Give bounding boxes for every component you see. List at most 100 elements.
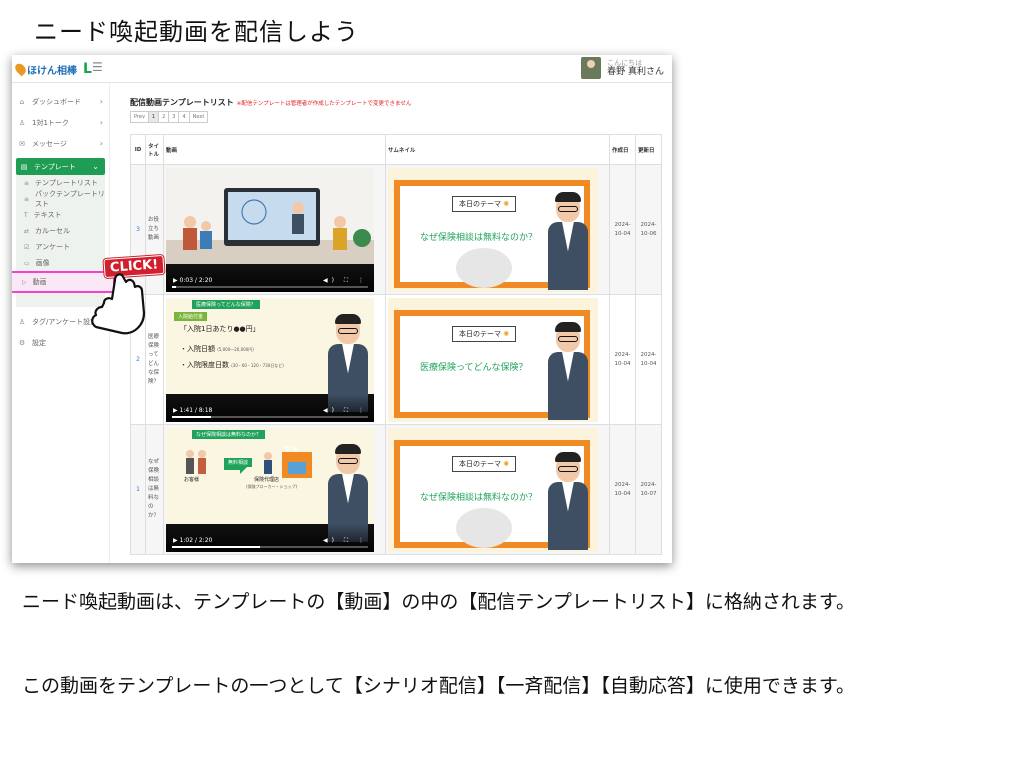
player-icons[interactable]: ◀) ⛶ ⋮ — [323, 537, 368, 545]
video-label-ins: 保 険 — [284, 445, 298, 453]
video-scene-lesson: なぜ保険相談は無料なのか？ 無料相談 保 険 お客様 保険代理店 (保険ブローカ… — [166, 427, 374, 542]
row-id[interactable]: 1 — [130, 424, 146, 555]
sidebar-item-dashboard[interactable]: ⌂ ダッシュボード › — [12, 93, 109, 110]
row-video-cell: なぜ保険相談は無料なのか？ 無料相談 保 険 お客様 保険代理店 (保険ブローカ… — [163, 424, 386, 555]
tag-icon: ♙ — [18, 317, 26, 326]
thumb-theme: 本日のテーマ ✺ — [451, 455, 517, 472]
description-2: この動画をテンプレートの一つとして【シナリオ配信】【一斉配信】【自動応答】に使用… — [22, 675, 855, 697]
video-icon: ▷ — [22, 278, 27, 286]
presenter-illustration — [547, 191, 588, 290]
logo-drop-icon — [13, 61, 28, 77]
sidebar-item-template[interactable]: ▤ テンプレート ⌄ — [16, 158, 105, 175]
video-player[interactable]: ▶ 0:03 / 2:20 ◀) ⛶ ⋮ — [166, 167, 374, 292]
chevron-down-icon: ⌄ — [92, 162, 99, 171]
video-line-3: ・入院限度日数 (30・60・120・730日など) — [180, 360, 284, 369]
row-created: 2024-10-04 — [609, 424, 636, 555]
video-player[interactable]: なぜ保険相談は無料なのか？ 無料相談 保 険 お客様 保険代理店 (保険ブローカ… — [166, 427, 374, 552]
col-created[interactable]: 作成日 — [609, 134, 636, 165]
thought-cloud-icon — [455, 247, 512, 288]
video-progress-fill — [172, 285, 176, 288]
row-thumbnail-cell: 本日のテーマ ✺ 医療保険ってどんな保険？ — [384, 294, 611, 425]
chevron-right-icon: › — [99, 118, 103, 127]
row-thumbnail-cell: 本日のテーマ ✺ なぜ保険相談は無料なのか？ — [384, 424, 611, 555]
sidebar-sub-carousel[interactable]: ⇄ カルーセル — [16, 223, 105, 239]
video-label-agent-small: (保険ブローカー・ショップ) — [246, 483, 298, 489]
video-scene-lesson: 医療保険ってどんな保険？ 入院給付金 「入院1日あたり●●円」 ・入院日額 (5… — [166, 297, 374, 412]
video-label-agent: 保険代理店 — [254, 476, 280, 483]
template-icon: ▤ — [20, 162, 28, 171]
row-video-cell: ▶ 0:03 / 2:20 ◀) ⛶ ⋮ — [163, 164, 386, 295]
thought-cloud-icon — [455, 507, 512, 548]
hamburger-menu-icon[interactable]: ☰ — [92, 60, 103, 74]
lightbulb-icon: ✺ — [503, 329, 510, 338]
logo-text: ほけん相棒 — [27, 65, 77, 77]
page-heading-note: ※配信テンプレートは管理者が作成したテンプレートで変更できません — [236, 101, 412, 107]
col-title[interactable]: タイトル — [145, 134, 164, 165]
page-title: 配信動画テンプレートリスト ※配信テンプレートは管理者が作成したテンプレートで変更… — [130, 97, 411, 108]
video-scene-classroom — [166, 167, 374, 264]
thumb-question: なぜ保険相談は無料なのか？ — [419, 492, 537, 503]
sidebar-sub-text[interactable]: T テキスト — [16, 207, 105, 223]
row-created: 2024-10-04 — [609, 294, 636, 425]
thumb-question: 医療保険ってどんな保険？ — [419, 362, 528, 373]
app-logo[interactable]: ほけん相棒 L — [13, 61, 92, 77]
player-icons[interactable]: ◀) ⛶ ⋮ — [323, 407, 368, 415]
list-icon: ≡ — [24, 195, 30, 203]
play-icon[interactable]: ▶ — [173, 537, 178, 544]
video-progress-fill — [172, 415, 212, 418]
play-icon[interactable]: ▶ — [173, 277, 178, 284]
thumb-theme: 本日のテーマ ✺ — [451, 325, 517, 342]
video-progress-bar[interactable] — [172, 545, 368, 548]
row-updated: 2024-10-04 — [635, 294, 662, 425]
survey-icon: ☑ — [24, 243, 30, 251]
player-icons[interactable]: ◀) ⛶ ⋮ — [323, 277, 368, 285]
chevron-right-icon: › — [99, 97, 103, 106]
page-heading: 配信動画テンプレートリスト — [130, 98, 234, 107]
main-content: 配信動画テンプレートリスト ※配信テンプレートは管理者が作成したテンプレートで変更… — [122, 83, 672, 563]
sidebar-item-label: 1対1トーク — [32, 118, 69, 127]
user-greeting: こんにちは — [607, 58, 643, 67]
sidebar-sub-pack-template-list[interactable]: ≡ パックテンプレートリスト — [16, 190, 105, 208]
video-label-free: 無料相談 — [224, 457, 253, 467]
col-video[interactable]: 動画 — [163, 134, 386, 165]
app-screenshot: ほけん相棒 L ☰ こんにちは 春野 真利さん ⌂ ダッシュボード › ♙ 1対… — [12, 55, 672, 563]
video-progress-bar[interactable] — [172, 285, 368, 288]
video-player[interactable]: 医療保険ってどんな保険？ 入院給付金 「入院1日あたり●●円」 ・入院日額 (5… — [166, 297, 374, 422]
play-icon[interactable]: ▶ — [173, 407, 178, 414]
sidebar-sub-label: パックテンプレートリスト — [35, 190, 105, 208]
sidebar-item-message[interactable]: ✉ メッセージ › — [12, 135, 109, 152]
video-tag: 入院給付金 — [174, 311, 208, 321]
sidebar-sub-label: 動画 — [32, 278, 47, 286]
chevron-right-icon: › — [99, 139, 103, 148]
user-icon: ♙ — [18, 118, 26, 127]
video-time: ▶ 1:02 / 2:20 — [173, 536, 213, 544]
row-created: 2024-10-04 — [609, 164, 636, 295]
sidebar-sub-label: アンケート — [35, 243, 71, 251]
video-progress-fill — [172, 545, 261, 548]
presenter-illustration — [547, 321, 588, 420]
row-updated: 2024-10-06 — [635, 164, 662, 295]
table-row: 3 お役立ち動画 ▶ 0:03 / 2:20 ◀) ⛶ ⋮ 本日のテーマ ✺ な… — [130, 164, 662, 295]
pager-next[interactable]: Next — [188, 111, 209, 123]
user-block[interactable]: こんにちは 春野 真利さん — [581, 57, 664, 79]
table-header-row: ID タイトル 動画 サムネイル 作成日 更新日 — [130, 134, 662, 165]
row-updated: 2024-10-07 — [635, 424, 662, 555]
col-updated[interactable]: 更新日 — [635, 134, 662, 165]
lightbulb-icon: ✺ — [503, 459, 510, 468]
sidebar-sub-survey[interactable]: ☑ アンケート — [16, 239, 105, 255]
row-title: なぜ保険相談は無料なのか？ — [145, 424, 164, 555]
thumbnail: 本日のテーマ ✺ 医療保険ってどんな保険？ — [387, 297, 598, 422]
sidebar-sub-label: 画像 — [35, 259, 50, 267]
sidebar-item-talk[interactable]: ♙ 1対1トーク › — [12, 114, 109, 131]
col-thumbnail[interactable]: サムネイル — [384, 134, 611, 165]
sidebar-sub-label: カルーセル — [35, 227, 71, 235]
thumb-question: なぜ保険相談は無料なのか？ — [419, 232, 537, 243]
pager-prev[interactable]: Prev — [130, 111, 149, 123]
image-icon: ▭ — [24, 259, 30, 267]
video-progress-bar[interactable] — [172, 415, 368, 418]
top-bar: ほけん相棒 L ☰ こんにちは 春野 真利さん — [12, 55, 672, 83]
video-banner: なぜ保険相談は無料なのか？ — [192, 429, 266, 439]
col-id[interactable]: ID — [130, 134, 146, 165]
video-banner: 医療保険ってどんな保険？ — [192, 299, 260, 309]
text-icon: T — [24, 211, 28, 219]
